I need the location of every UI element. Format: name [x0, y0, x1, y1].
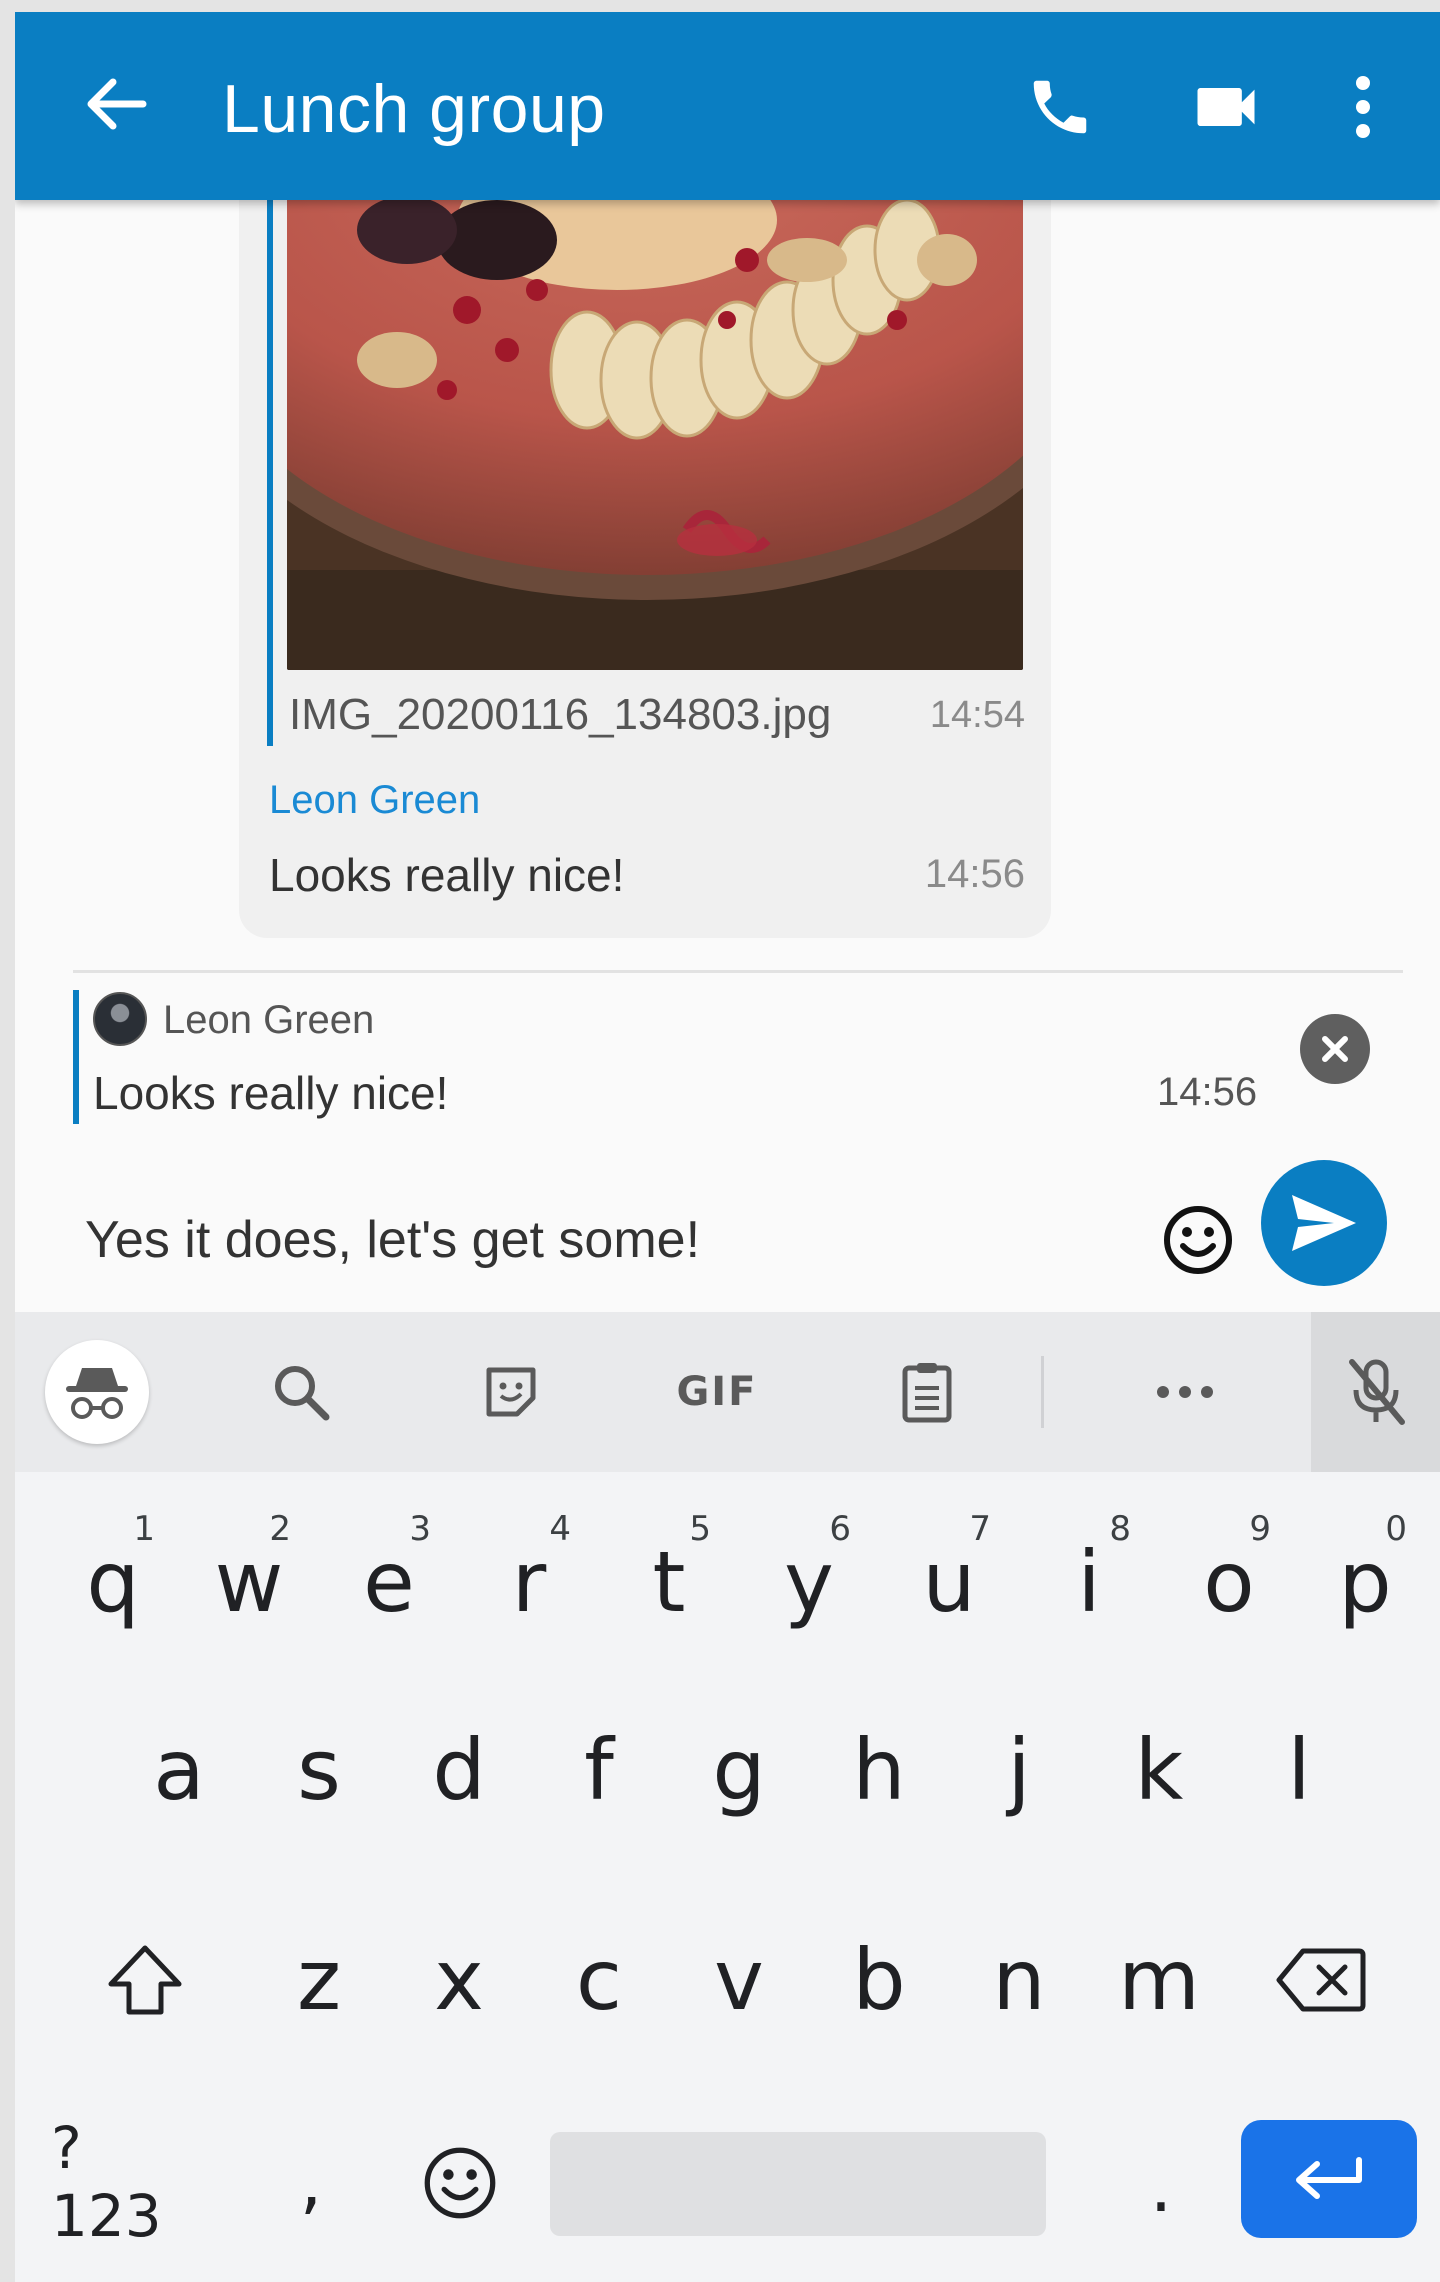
key-a[interactable]: a [111, 1690, 247, 1850]
chat-title: Lunch group [222, 71, 606, 147]
emoji-key-icon[interactable] [405, 2128, 515, 2238]
toolbar-separator [1041, 1356, 1044, 1428]
app-frame: Lunch group IMG_20200116_134803.jpg 14:5… [15, 12, 1440, 2282]
reply-time: 14:56 [1157, 1070, 1258, 1114]
key-d[interactable]: d [391, 1690, 527, 1850]
reply-quote-bar [73, 990, 79, 1124]
enter-icon [1296, 2157, 1362, 2199]
shift-icon[interactable] [75, 1910, 215, 2050]
reply-text: Looks really nice! [93, 1067, 449, 1119]
key-q[interactable]: 1q [45, 1487, 181, 1647]
key-u[interactable]: 7u [881, 1487, 1017, 1647]
key-h[interactable]: h [811, 1690, 947, 1850]
more-horiz-icon[interactable] [1143, 1350, 1227, 1434]
key-f[interactable]: f [531, 1690, 667, 1850]
key-e[interactable]: 3e [321, 1487, 457, 1647]
clipboard-icon[interactable] [885, 1350, 969, 1434]
key-y[interactable]: 6y [741, 1487, 877, 1647]
quote-bar [267, 200, 273, 746]
keyboard-toolbar: GIF [15, 1312, 1440, 1472]
backspace-icon[interactable] [1251, 1910, 1391, 2050]
chat-area[interactable]: IMG_20200116_134803.jpg 14:54 Leon Green… [15, 200, 1440, 1312]
key-p[interactable]: 0p [1297, 1487, 1433, 1647]
incognito-icon[interactable] [45, 1340, 149, 1444]
key-z[interactable]: z [251, 1900, 387, 2060]
key-w[interactable]: 2w [181, 1487, 317, 1647]
message-input[interactable] [85, 1210, 1085, 1270]
space-key[interactable] [550, 2132, 1046, 2236]
avatar [93, 992, 147, 1046]
symbols-key[interactable]: ?123 [51, 2114, 191, 2250]
divider [73, 970, 1403, 973]
key-k[interactable]: k [1091, 1690, 1227, 1850]
key-c[interactable]: c [531, 1900, 667, 2060]
keyboard: GIF 1q 2w 3e 4r 5t 6y 7u 8i 9o 0p a s d … [15, 1312, 1440, 2282]
key-b[interactable]: b [811, 1900, 947, 2060]
close-reply-icon[interactable] [1300, 1014, 1370, 1084]
mic-off-icon[interactable] [1311, 1312, 1440, 1472]
videocam-icon[interactable] [1181, 62, 1271, 152]
phone-icon[interactable] [1015, 62, 1105, 152]
key-j[interactable]: j [951, 1690, 1087, 1850]
enter-key[interactable] [1241, 2120, 1417, 2238]
key-n[interactable]: n [951, 1900, 1087, 2060]
arrow-back-icon[interactable] [75, 64, 155, 144]
search-icon[interactable] [259, 1350, 343, 1434]
send-button[interactable] [1261, 1160, 1387, 1286]
composer [15, 1160, 1440, 1312]
attachment-filename[interactable]: IMG_20200116_134803.jpg [289, 690, 831, 740]
key-l[interactable]: l [1231, 1690, 1367, 1850]
message-bubble[interactable]: IMG_20200116_134803.jpg 14:54 Leon Green… [239, 200, 1051, 938]
comma-key[interactable]: , [271, 2112, 351, 2252]
more-vert-icon[interactable] [1318, 62, 1408, 152]
key-v[interactable]: v [671, 1900, 807, 2060]
key-o[interactable]: 9o [1161, 1487, 1297, 1647]
emoji-icon[interactable] [1158, 1200, 1238, 1280]
message-sender: Leon Green [269, 778, 481, 822]
message-text: Looks really nice! [269, 849, 625, 901]
key-g[interactable]: g [671, 1690, 807, 1850]
key-r[interactable]: 4r [461, 1487, 597, 1647]
reply-preview: Leon Green Looks really nice! 14:56 [73, 990, 1403, 1130]
message-time: 14:56 [924, 852, 1025, 896]
attachment-time: 14:54 [929, 694, 1025, 736]
gif-label: GIF [676, 1369, 758, 1415]
app-bar: Lunch group [15, 12, 1440, 200]
key-i[interactable]: 8i [1021, 1487, 1157, 1647]
key-m[interactable]: m [1091, 1900, 1227, 2060]
reply-sender: Leon Green [163, 998, 375, 1042]
shared-photo[interactable] [287, 200, 1023, 670]
sticker-icon[interactable] [469, 1350, 553, 1434]
period-key[interactable]: . [1121, 2122, 1201, 2252]
key-t[interactable]: 5t [601, 1487, 737, 1647]
key-s[interactable]: s [251, 1690, 387, 1850]
gif-button[interactable]: GIF [667, 1350, 767, 1434]
key-x[interactable]: x [391, 1900, 527, 2060]
